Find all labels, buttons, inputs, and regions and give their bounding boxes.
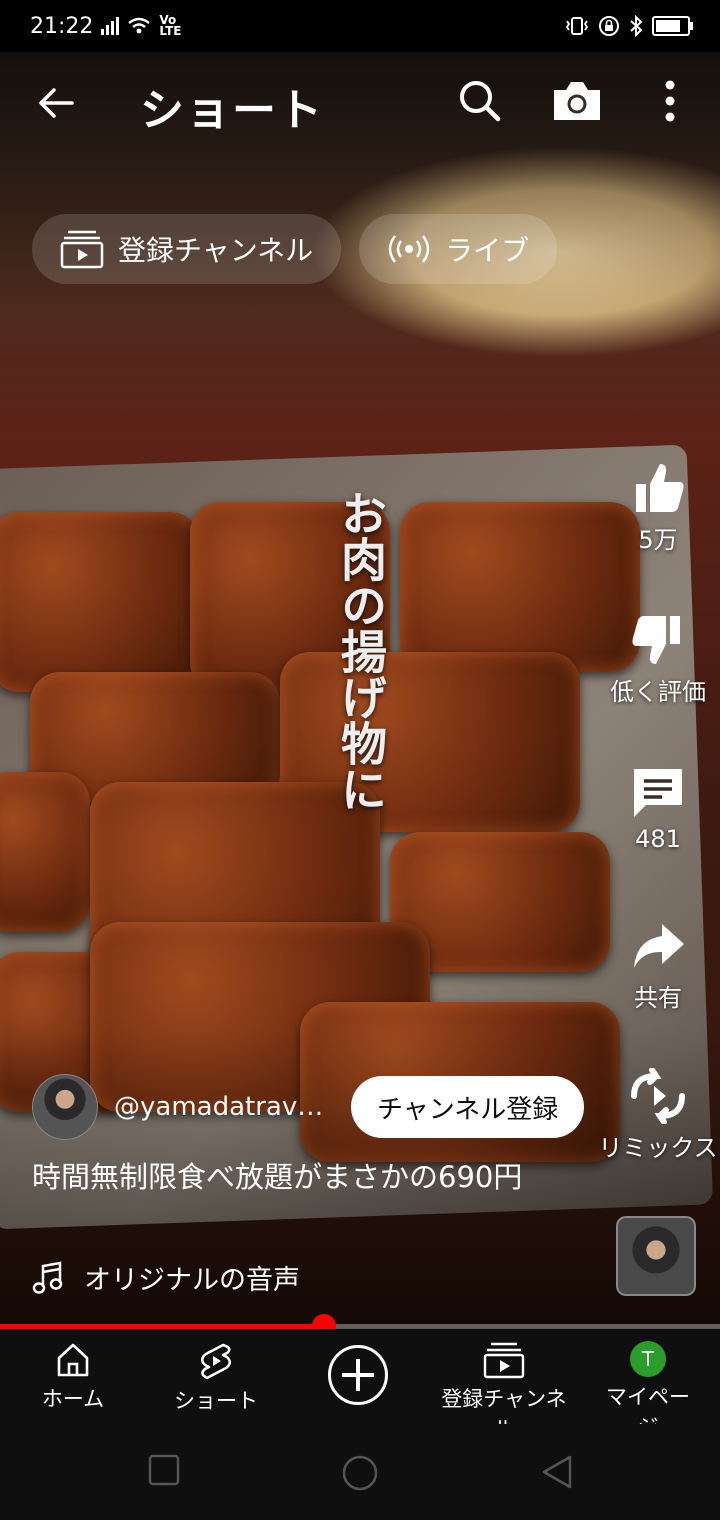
subscribe-button[interactable]: チャンネル登録 bbox=[351, 1076, 585, 1138]
shorts-icon bbox=[200, 1343, 232, 1380]
channel-row: @yamadatravel... チャンネル登録 bbox=[32, 1074, 585, 1140]
home-circle-icon[interactable] bbox=[341, 1454, 379, 1492]
feed-chips: 登録チャンネル ライブ bbox=[32, 214, 558, 284]
comments-button[interactable]: 481 bbox=[596, 765, 720, 853]
music-note-icon bbox=[32, 1261, 63, 1294]
lock-rotation-icon bbox=[599, 16, 619, 36]
channel-name[interactable]: @yamadatravel... bbox=[114, 1092, 329, 1122]
thumb-down-icon bbox=[632, 616, 680, 664]
back-triangle-icon[interactable] bbox=[540, 1454, 574, 1490]
cutlet bbox=[0, 772, 90, 932]
subscriptions-icon bbox=[483, 1342, 525, 1379]
share-icon bbox=[634, 924, 684, 968]
camera-icon[interactable] bbox=[550, 76, 604, 126]
shorts-header: ショート bbox=[0, 62, 720, 142]
bottom-nav: ホーム ショート 登録チャンネル T マイページ bbox=[0, 1329, 720, 1441]
home-icon bbox=[57, 1343, 89, 1377]
status-bar: 21:22 Vo LTE bbox=[0, 0, 720, 52]
comment-count: 481 bbox=[635, 825, 681, 853]
audio-row[interactable]: オリジナルの音声 bbox=[32, 1258, 300, 1297]
wifi-icon bbox=[128, 17, 151, 34]
audio-label: オリジナルの音声 bbox=[84, 1265, 300, 1296]
like-button[interactable]: 5万 bbox=[596, 460, 720, 555]
bluetooth-icon bbox=[630, 15, 643, 37]
share-label: 共有 bbox=[634, 984, 682, 1012]
signal-icon bbox=[101, 17, 120, 35]
nav-shorts[interactable]: ショート bbox=[168, 1341, 264, 1415]
battery-icon bbox=[652, 16, 693, 36]
nav-shorts-label: ショート bbox=[174, 1389, 258, 1413]
me-avatar: T bbox=[630, 1341, 666, 1377]
chip-subscriptions[interactable]: 登録チャンネル bbox=[32, 214, 342, 284]
nav-home-label: ホーム bbox=[41, 1387, 105, 1411]
network-badge: Vo LTE bbox=[159, 14, 182, 38]
dislike-label: 低く評価 bbox=[610, 678, 706, 706]
sound-thumbnail[interactable] bbox=[616, 1216, 696, 1296]
comment-icon bbox=[634, 769, 682, 817]
remix-label: リミックス bbox=[598, 1134, 718, 1162]
like-count: 5万 bbox=[638, 526, 678, 554]
page-title: ショート bbox=[140, 85, 324, 136]
chip-live[interactable]: ライブ bbox=[359, 214, 558, 284]
recents-icon[interactable] bbox=[148, 1454, 180, 1486]
more-vert-icon[interactable] bbox=[655, 76, 685, 126]
channel-avatar[interactable] bbox=[32, 1074, 98, 1140]
live-icon bbox=[388, 235, 430, 263]
status-time: 21:22 bbox=[30, 13, 94, 39]
search-icon[interactable] bbox=[455, 76, 505, 126]
chip-live-label: ライブ bbox=[445, 234, 530, 267]
system-nav-bar bbox=[0, 1424, 720, 1520]
vibrate-icon bbox=[565, 17, 589, 35]
video-title[interactable]: 時間無制限食べ放題がまさかの690円 bbox=[32, 1158, 552, 1196]
back-arrow-icon[interactable] bbox=[32, 78, 82, 128]
remix-button[interactable]: リミックス bbox=[596, 1068, 720, 1163]
create-button[interactable] bbox=[328, 1345, 388, 1405]
chip-subscriptions-label: 登録チャンネル bbox=[118, 234, 314, 267]
thumb-up-icon bbox=[636, 464, 684, 512]
network-badge-bottom: LTE bbox=[159, 24, 182, 38]
subscriptions-icon bbox=[60, 230, 104, 269]
nav-home[interactable]: ホーム bbox=[28, 1341, 118, 1413]
remix-icon bbox=[631, 1068, 685, 1124]
video-caption-overlay: お肉の揚げ物に bbox=[334, 490, 388, 812]
share-button[interactable]: 共有 bbox=[596, 918, 720, 1013]
dislike-button[interactable]: 低く評価 bbox=[596, 612, 720, 707]
cutlet bbox=[0, 512, 200, 692]
